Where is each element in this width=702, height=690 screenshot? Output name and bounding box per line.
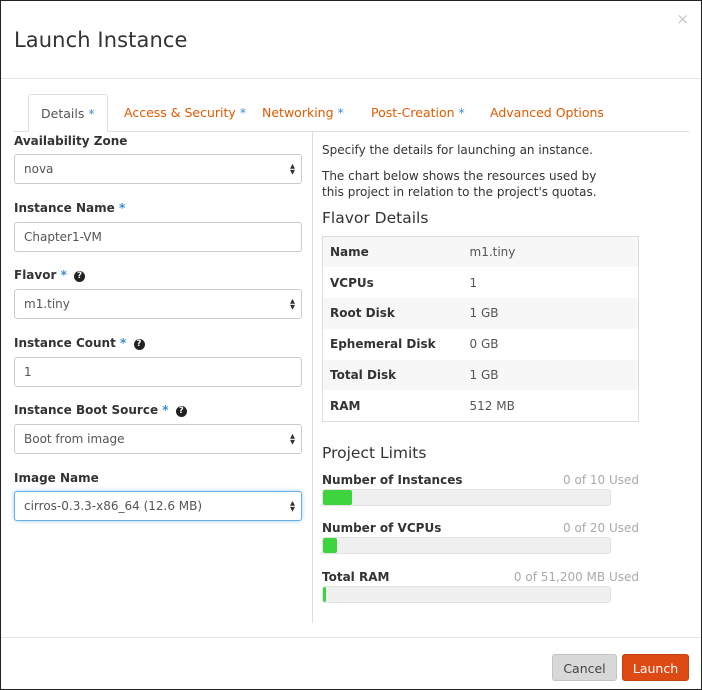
chart-note-text: The chart below shows the resources used… <box>322 169 597 199</box>
limit-instances-used: 0 of 10 Used <box>563 473 639 487</box>
required-marker: * <box>118 201 126 215</box>
tab-label: Post-Creation <box>371 105 455 120</box>
label-text: Instance Boot Source <box>14 403 159 417</box>
row-value: 0 GB <box>469 337 499 352</box>
flavor-select[interactable]: m1.tiny ▲ ▼ <box>14 289 302 319</box>
table-row: RAM 512 MB <box>323 390 639 421</box>
select-value: nova <box>24 162 54 176</box>
column-divider <box>312 131 313 623</box>
instance-name-label: Instance Name * <box>14 201 125 215</box>
modal-footer: Cancel Launch <box>1 637 701 690</box>
boot-source-label: Instance Boot Source * ? <box>14 403 187 417</box>
limit-vcpus-bar <box>322 537 611 554</box>
table-row: Ephemeral Disk 0 GB <box>323 329 639 360</box>
help-icon[interactable]: ? <box>175 406 187 417</box>
image-name-select[interactable]: cirros-0.3.3-x86_64 (12.6 MB) ▲ ▼ <box>14 491 302 521</box>
row-key: RAM <box>330 398 361 413</box>
flavor-details-table: Name m1.tiny VCPUs 1 Root Disk 1 GB Ephe… <box>322 236 639 422</box>
tab-networking[interactable]: Networking * <box>262 94 344 131</box>
select-arrows-icon: ▲ ▼ <box>290 297 295 311</box>
select-value: cirros-0.3.3-x86_64 (12.6 MB) <box>24 499 203 513</box>
limit-ram-used: 0 of 51,200 MB Used <box>513 570 639 584</box>
launch-instance-modal: Launch Instance × Details * Access & Sec… <box>0 0 702 690</box>
availability-zone-select[interactable]: nova ▲ ▼ <box>14 154 302 184</box>
tab-post-creation[interactable]: Post-Creation * <box>371 94 465 131</box>
limit-vcpus-label: Number of VCPUs <box>322 521 442 535</box>
limit-instances-bar <box>322 489 611 506</box>
row-key: Name <box>330 245 369 260</box>
limit-instances-label: Number of Instances <box>322 473 463 487</box>
flavor-label: Flavor * ? <box>14 268 86 282</box>
required-marker: * <box>88 106 95 121</box>
row-value: 512 MB <box>469 398 515 413</box>
table-row: Total Disk 1 GB <box>322 359 639 391</box>
required-marker: * <box>337 105 344 120</box>
label-text: Instance Count <box>14 336 116 350</box>
tab-label: Advanced Options <box>490 105 604 120</box>
limit-bar-fill <box>323 538 338 553</box>
row-value: 1 GB <box>469 306 499 321</box>
label-text: Flavor <box>14 268 57 282</box>
required-marker: * <box>120 336 127 350</box>
instance-name-input[interactable]: Chapter1-VM <box>14 222 302 252</box>
modal-title: Launch Instance <box>14 28 188 52</box>
launch-button[interactable]: Launch <box>622 654 689 681</box>
row-value: m1.tiny <box>469 245 516 260</box>
tab-bar: Details * Access & Security * Networking… <box>14 94 689 132</box>
intro-text: Specify the details for launching an ins… <box>322 143 593 157</box>
limit-ram-bar <box>322 586 611 603</box>
limit-bar-fill <box>323 490 352 505</box>
label-text: Instance Name <box>14 201 115 215</box>
row-key: VCPUs <box>330 275 374 290</box>
project-limits-heading: Project Limits <box>322 444 427 462</box>
tab-advanced-options[interactable]: Advanced Options <box>490 94 604 131</box>
tab-details[interactable]: Details * <box>28 94 108 132</box>
tab-label: Access & Security <box>124 105 236 120</box>
row-value: 1 GB <box>469 368 499 383</box>
help-icon[interactable]: ? <box>74 271 86 282</box>
image-name-label: Image Name <box>14 471 99 485</box>
tab-label: Networking <box>262 105 334 120</box>
select-arrows-icon: ▲ ▼ <box>290 432 295 446</box>
row-value: 1 <box>469 275 478 290</box>
close-icon[interactable]: × <box>676 12 689 27</box>
table-row: VCPUs 1 <box>323 267 639 298</box>
row-key: Root Disk <box>330 306 395 321</box>
tab-access-security[interactable]: Access & Security * <box>124 94 246 131</box>
select-arrows-icon: ▲ ▼ <box>290 499 295 513</box>
tab-label: Details <box>41 106 85 121</box>
required-marker: * <box>458 105 465 120</box>
modal-header: Launch Instance × <box>1 1 701 79</box>
required-marker: * <box>162 403 169 417</box>
limit-vcpus-used: 0 of 20 Used <box>563 521 639 535</box>
table-row: Root Disk 1 GB <box>322 298 639 329</box>
instance-count-input[interactable]: 1 <box>14 357 302 387</box>
table-row: Name m1.tiny <box>322 236 639 268</box>
select-arrows-icon: ▲ ▼ <box>290 162 295 176</box>
limit-bar-fill <box>323 587 326 602</box>
select-value: Boot from image <box>24 432 125 446</box>
cancel-button[interactable]: Cancel <box>552 654 617 681</box>
availability-zone-label: Availability Zone <box>14 134 128 148</box>
row-key: Total Disk <box>330 368 397 383</box>
boot-source-select[interactable]: Boot from image ▲ ▼ <box>14 424 302 454</box>
instance-count-label: Instance Count * ? <box>14 336 145 350</box>
flavor-details-heading: Flavor Details <box>322 209 429 227</box>
required-marker: * <box>60 268 67 282</box>
required-marker: * <box>239 105 247 120</box>
limit-ram-label: Total RAM <box>322 570 390 584</box>
select-value: m1.tiny <box>24 297 70 311</box>
row-key: Ephemeral Disk <box>330 337 436 352</box>
help-icon[interactable]: ? <box>133 339 145 350</box>
